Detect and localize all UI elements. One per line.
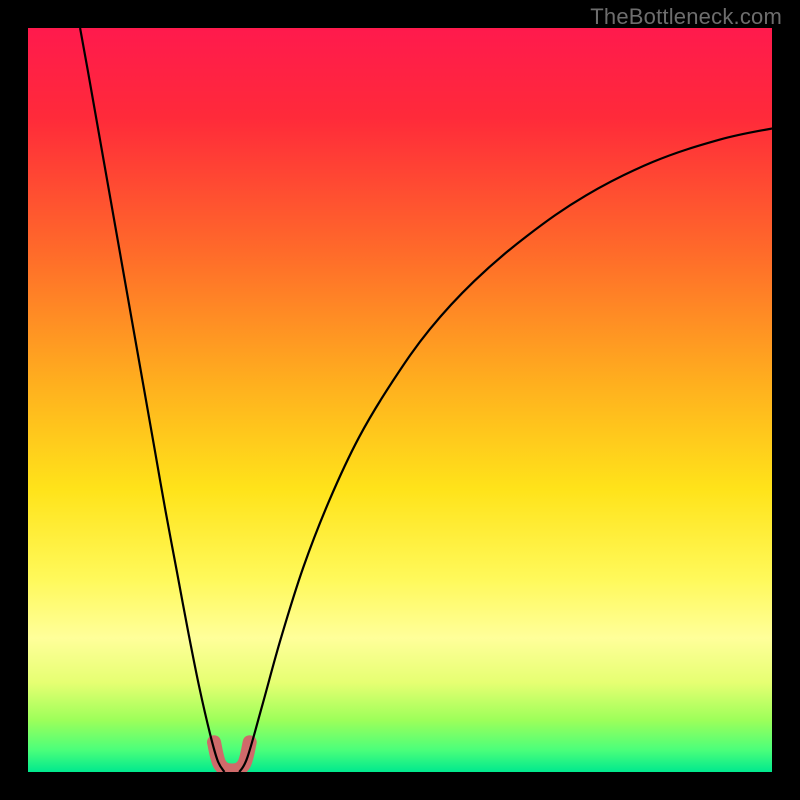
chart-canvas xyxy=(28,28,772,772)
chart-frame xyxy=(28,28,772,772)
chart-background xyxy=(28,28,772,772)
attribution-text: TheBottleneck.com xyxy=(590,4,782,30)
